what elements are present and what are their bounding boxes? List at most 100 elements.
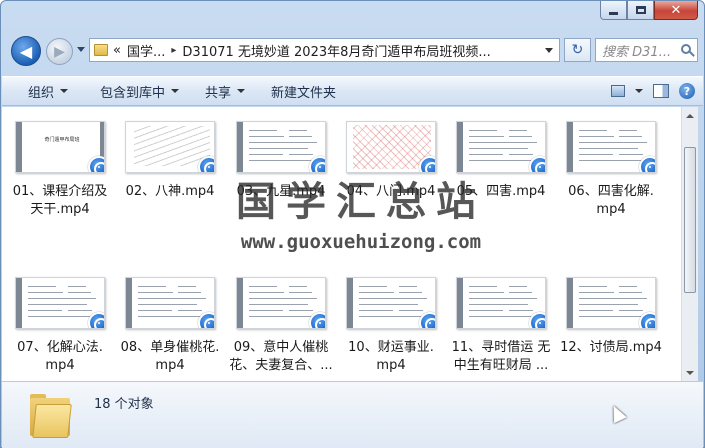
mouse-cursor-icon xyxy=(607,402,627,424)
back-button[interactable]: ◀ xyxy=(11,36,41,66)
video-thumbnail xyxy=(125,121,215,173)
file-item[interactable]: 12、讨债局.mp4 xyxy=(559,277,663,357)
file-name: 09、意中人催桃 花、夫妻复合、... xyxy=(229,339,333,375)
maximize-button[interactable] xyxy=(627,1,654,20)
video-thumbnail xyxy=(566,121,656,173)
media-player-icon xyxy=(529,156,545,172)
file-item[interactable]: 10、财运事业. mp4 xyxy=(339,277,443,375)
file-name: 02、八神.mp4 xyxy=(118,183,222,201)
preview-pane-icon[interactable] xyxy=(653,84,669,98)
file-name-line: 02、八神.mp4 xyxy=(125,184,215,199)
share-label: 共享 xyxy=(205,85,232,101)
file-name: 03、九星.mp4 xyxy=(229,183,333,201)
file-name: 08、单身催桃花. mp4 xyxy=(118,339,222,375)
file-name-line: 01、课程介绍及 xyxy=(12,184,108,199)
forward-button[interactable]: ▶ xyxy=(46,38,73,65)
arrow-right-icon: ▶ xyxy=(54,43,65,60)
media-player-icon xyxy=(88,156,104,172)
media-player-icon xyxy=(419,156,435,172)
file-name-line: 09、意中人催桃 xyxy=(233,340,329,355)
command-bar: 组织 包含到库中 共享 新建文件夹 ? xyxy=(2,76,703,106)
file-name-line: 06、四害化解. xyxy=(568,184,654,199)
close-button[interactable]: ✕ xyxy=(654,1,698,20)
file-item[interactable]: 02、八神.mp4 xyxy=(118,121,222,201)
chevron-down-icon xyxy=(237,89,246,93)
file-name-line: 08、单身催桃花. xyxy=(120,340,220,355)
breadcrumb-separator[interactable]: ▸ xyxy=(171,45,176,56)
video-thumbnail xyxy=(456,277,546,329)
address-overflow[interactable]: « xyxy=(113,43,121,58)
media-player-icon xyxy=(639,312,655,328)
file-name-line: 天干.mp4 xyxy=(30,202,90,217)
minimize-button[interactable] xyxy=(600,1,627,20)
chevron-down-icon xyxy=(60,89,69,93)
video-thumbnail xyxy=(125,277,215,329)
scroll-down-button[interactable] xyxy=(682,364,698,381)
scroll-up-button[interactable] xyxy=(682,107,698,124)
media-player-icon xyxy=(309,312,325,328)
help-icon[interactable]: ? xyxy=(679,83,695,99)
address-dropdown-icon[interactable] xyxy=(545,48,553,53)
file-name: 11、寻时借运 无中生有旺财局 ... xyxy=(449,339,553,375)
folder-icon xyxy=(28,390,72,438)
search-icon xyxy=(681,44,691,54)
organize-label: 组织 xyxy=(28,85,55,101)
media-player-icon xyxy=(639,156,655,172)
file-name: 06、四害化解. mp4 xyxy=(559,183,663,219)
file-name: 01、课程介绍及 天干.mp4 xyxy=(8,183,112,219)
include-in-library-menu[interactable]: 包含到库中 xyxy=(80,77,191,105)
arrow-left-icon: ◀ xyxy=(19,41,33,61)
file-item[interactable]: 11、寻时借运 无中生有旺财局 ... xyxy=(449,277,553,375)
breadcrumb-current-folder[interactable]: D31071 无境妙道 2023年8月奇门遁甲布局班视频... xyxy=(182,41,490,60)
file-item[interactable]: 07、化解心法. mp4 xyxy=(8,277,112,375)
file-name-line: 11、寻时借运 无 xyxy=(451,340,551,355)
chevron-down-icon xyxy=(171,89,180,93)
file-list-view[interactable]: 奇门遁甲布局班 01、课程介绍及 天干.mp4 02、八神.mp4 03、九星.mp4 0… xyxy=(2,107,681,381)
item-count: 18 个对象 xyxy=(94,397,154,412)
file-name-line: 花、夫妻复合、... xyxy=(229,358,333,373)
minimize-icon xyxy=(609,11,618,15)
video-thumbnail xyxy=(346,121,436,173)
refresh-icon: ↻ xyxy=(571,42,584,58)
file-name-line: 04、八门.mp4 xyxy=(346,184,436,199)
file-name: 05、四害.mp4 xyxy=(449,183,553,201)
new-folder-label: 新建文件夹 xyxy=(271,85,337,101)
vertical-scrollbar[interactable] xyxy=(681,107,698,381)
organize-menu[interactable]: 组织 xyxy=(2,77,80,105)
file-item[interactable]: 05、四害.mp4 xyxy=(449,121,553,201)
file-name-line: 07、化解心法. xyxy=(17,340,103,355)
explorer-window: ✕ ◀ ▶ « 国学... ▸ D31071 无境妙道 2023年8月奇门遁甲布… xyxy=(0,0,705,448)
video-thumbnail xyxy=(15,277,105,329)
details-pane: 18 个对象 xyxy=(2,381,703,448)
search-input[interactable]: 搜索 D31... xyxy=(595,38,698,62)
breadcrumb-guoxue[interactable]: 国学... xyxy=(127,41,165,60)
file-name-line: mp4 xyxy=(376,358,406,373)
close-icon: ✕ xyxy=(670,2,682,18)
recent-pages-dropdown[interactable] xyxy=(77,47,85,52)
file-item[interactable]: 08、单身催桃花. mp4 xyxy=(118,277,222,375)
video-thumbnail xyxy=(456,121,546,173)
file-item[interactable]: 06、四害化解. mp4 xyxy=(559,121,663,219)
file-name-line: mp4 xyxy=(155,358,185,373)
file-name-line: mp4 xyxy=(596,202,626,217)
video-thumbnail xyxy=(566,277,656,329)
file-item[interactable]: 奇门遁甲布局班 01、课程介绍及 天干.mp4 xyxy=(8,121,112,219)
file-item[interactable]: 03、九星.mp4 xyxy=(229,121,333,201)
refresh-button[interactable]: ↻ xyxy=(564,38,591,62)
file-name: 10、财运事业. mp4 xyxy=(339,339,443,375)
share-menu[interactable]: 共享 xyxy=(191,77,257,105)
video-thumbnail xyxy=(236,121,326,173)
toolbar-right-tools: ? xyxy=(611,83,695,99)
file-item[interactable]: 09、意中人催桃 花、夫妻复合、... xyxy=(229,277,333,375)
file-name-line: 中生有旺财局 ... xyxy=(453,358,549,373)
change-view-icon[interactable] xyxy=(611,85,625,97)
maximize-icon xyxy=(635,6,646,14)
file-item[interactable]: 04、八门.mp4 xyxy=(339,121,443,201)
scrollbar-thumb[interactable] xyxy=(684,147,696,293)
file-name-line: 10、财运事业. xyxy=(348,340,434,355)
new-folder-button[interactable]: 新建文件夹 xyxy=(257,77,348,105)
media-player-icon xyxy=(198,312,214,328)
address-bar[interactable]: « 国学... ▸ D31071 无境妙道 2023年8月奇门遁甲布局班视频..… xyxy=(89,38,560,62)
file-name-line: 03、九星.mp4 xyxy=(236,184,326,199)
view-options-dropdown[interactable] xyxy=(635,89,643,93)
